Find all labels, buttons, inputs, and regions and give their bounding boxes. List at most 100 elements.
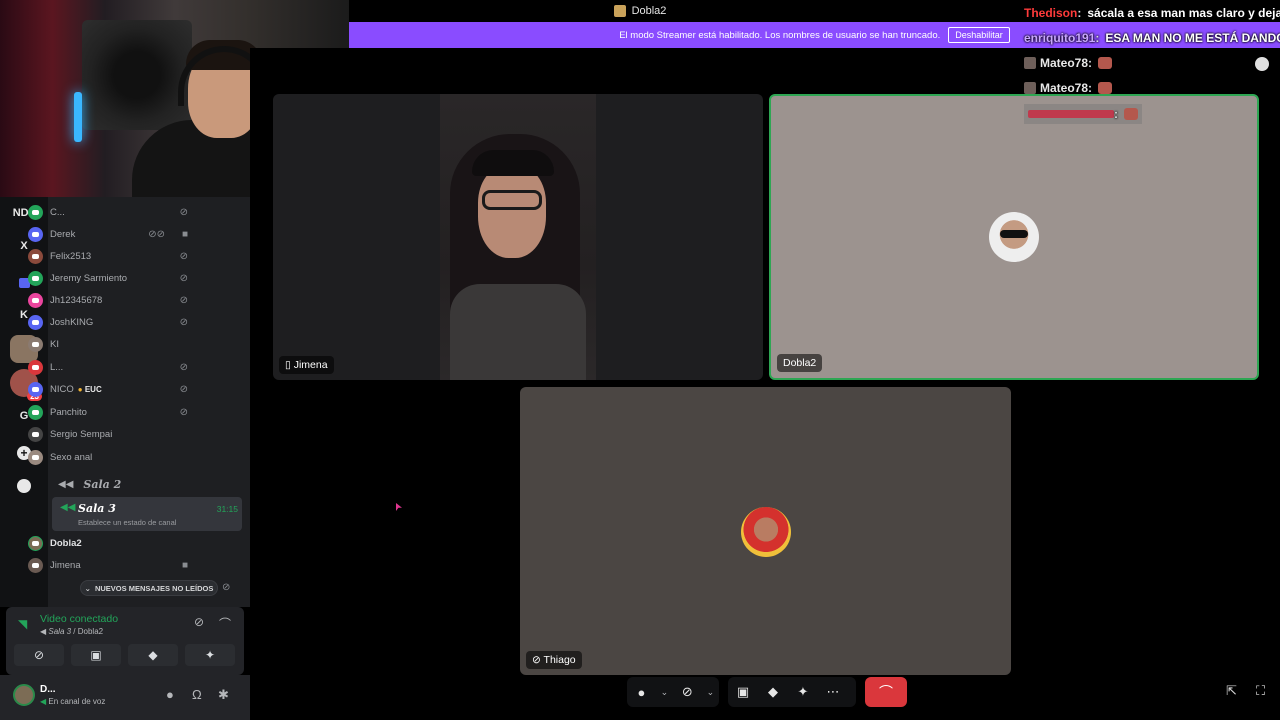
discover-icon[interactable] (10, 472, 38, 500)
mic-muted-icon: ⊘⊘ (148, 228, 165, 240)
member-avatar (28, 535, 43, 551)
member-tag: ● EUC (78, 385, 102, 394)
chat-text: sácala a esa man mas claro y deja (1087, 6, 1280, 20)
screen-share-button[interactable]: ▣ (71, 644, 121, 666)
fullscreen-icon[interactable]: ⛶ (1256, 683, 1265, 699)
member-name: Jimena (50, 559, 81, 571)
emote-icon (1098, 57, 1113, 69)
member-item[interactable]: C... ⊘ (28, 201, 200, 223)
chat-text: ESA MAN NO ME ESTÁ DANDO (1105, 31, 1280, 45)
user-name: D... (40, 684, 56, 695)
microphone-icon: ● (637, 684, 646, 700)
member-item[interactable]: Jh12345678 ⊘ (28, 289, 200, 311)
mic-muted-icon: ⊘ (179, 361, 188, 373)
member-item[interactable]: Felix2513 ⊘ (28, 245, 200, 267)
mic-camera-controls: ● ⌄ ⊘ ⌄ (627, 677, 719, 707)
badge-icon (1024, 57, 1036, 69)
noise-suppression-icon[interactable]: ⊘ (194, 615, 204, 629)
voice-room-name: Sala 3 (48, 627, 72, 636)
soundboard-button[interactable]: ✦ (788, 677, 818, 707)
avatar[interactable] (13, 684, 35, 706)
member-name: KI (50, 338, 59, 350)
speaker-icon: ◀◀ (60, 502, 76, 513)
chat-username: Mateo78 (1040, 81, 1089, 95)
chevron-down-icon: ⌄ (660, 686, 669, 697)
signal-icon: ◥ (18, 617, 28, 631)
speaker-icon: ◀ (40, 627, 47, 636)
member-avatar (28, 557, 43, 573)
tile-name: Thiago (543, 654, 576, 666)
activity-button[interactable]: ◆ (758, 677, 788, 707)
member-avatar (28, 336, 43, 352)
chat-bubble-icon[interactable] (1255, 57, 1269, 71)
video-body (450, 284, 586, 380)
mic-muted-icon: ⊘ (179, 383, 188, 395)
popout-icon[interactable]: ⇱ (1226, 683, 1237, 699)
member-item[interactable]: L... ⊘ (28, 356, 200, 378)
voice-channel-name: Sala 3 (78, 502, 116, 515)
member-item[interactable]: NICO ● EUC ⊘ (28, 378, 200, 400)
more-icon: ⋯ (826, 684, 840, 699)
mic-muted-icon: ⊘ (179, 272, 188, 284)
call-timer: 31:15 (216, 504, 238, 514)
activity-controls: ▣ ◆ ✦ ⋯ (728, 677, 856, 707)
voice-member-item[interactable]: Jimena ■ (28, 554, 200, 576)
hang-up-button[interactable]: ⌒ (865, 677, 907, 707)
mic-options-button[interactable]: ⌄ (656, 677, 673, 707)
speaker-icon: ◀ (40, 697, 47, 706)
voice-channel-sala-3[interactable]: ◀◀ Sala 3 31:15 Establece un estado de c… (52, 497, 242, 531)
soundboard-icon: ✦ (797, 684, 809, 699)
user-panel: D... ◀ En canal de voz ● Ω ✱ (0, 675, 250, 720)
neon-light (74, 92, 82, 142)
member-avatar (28, 381, 43, 397)
screen-share-button[interactable]: ▣ (728, 677, 758, 707)
camera-options-button[interactable]: ⌄ (702, 677, 719, 707)
user-status: ◀ En canal de voz (40, 697, 105, 706)
member-item[interactable]: Derek ⊘⊘ ■ (28, 223, 200, 245)
member-name: Sexo anal (50, 451, 93, 463)
video-tile-dobla2[interactable]: Dobla2 (769, 94, 1259, 380)
member-item[interactable]: KI (28, 333, 200, 355)
member-tag-text: EUC (84, 384, 102, 394)
speaker-icon: ◀◀ (58, 478, 74, 490)
more-button[interactable]: ⋯ (818, 677, 848, 707)
gear-icon[interactable]: ✱ (218, 687, 229, 703)
activity-button[interactable]: ◆ (128, 644, 178, 666)
microphone-button[interactable]: ● (627, 677, 656, 707)
member-name: Sergio Sempai (50, 428, 113, 440)
channel-status[interactable]: Establece un estado de canal (78, 518, 176, 527)
mic-muted-icon: ⊘ (179, 294, 188, 306)
new-messages-label: NUEVOS MENSAJES NO LEÍDOS (94, 583, 214, 593)
headphones-icon[interactable]: Ω (192, 687, 202, 702)
member-item[interactable]: Sexo anal (28, 446, 200, 468)
member-name: NICO (50, 383, 74, 395)
camera-button[interactable]: ⊘ (673, 677, 702, 707)
redacted-username (1028, 110, 1114, 118)
member-item[interactable]: Sergio Sempai (28, 423, 200, 445)
soundboard-button[interactable]: ✦ (185, 644, 235, 666)
disable-streamer-button[interactable]: Deshabilitar (948, 27, 1010, 43)
chat-message: enriquito191: ESA MAN NO ME ESTÁ DANDO (1024, 28, 1280, 48)
camera-toggle-button[interactable]: ⊘ (14, 644, 64, 666)
banner-text: El modo Streamer está habilitado. Los no… (619, 29, 941, 41)
member-item[interactable]: Panchito ⊘ (28, 401, 200, 423)
voice-connection-panel: ◥ Video conectado ◀ Sala 3 / Dobla2 ⊘ ⌒ … (6, 607, 244, 675)
mic-muted-icon: ⊘ (179, 316, 188, 328)
microphone-icon[interactable]: ● (166, 687, 174, 702)
disconnect-icon[interactable]: ⌒ (219, 615, 231, 632)
new-messages-pill[interactable]: ⌄ NUEVOS MENSAJES NO LEÍDOS (80, 580, 218, 596)
chat-message: Mateo78: (1024, 78, 1113, 98)
participant-video (440, 94, 596, 380)
deafen-icon: ⊘ (222, 582, 231, 593)
tile-label: Dobla2 (777, 354, 823, 372)
voice-channel-sala-2[interactable]: ◀◀ Sala 2 (58, 474, 244, 494)
tile-label: ▯ Jimena (279, 356, 334, 374)
mobile-icon: ▯ (285, 359, 291, 371)
member-name: Felix2513 (50, 250, 92, 262)
member-item[interactable]: Jeremy Sarmiento ⊘ (28, 267, 200, 289)
video-tile-jimena[interactable]: ▯ Jimena (273, 94, 763, 380)
voice-member-item[interactable]: Dobla2 (28, 532, 200, 554)
member-item[interactable]: JoshKING ⊘ (28, 311, 200, 333)
voice-status-title[interactable]: Video conectado (40, 613, 118, 625)
video-tile-thiago[interactable]: ⊘ Thiago (520, 387, 1011, 675)
